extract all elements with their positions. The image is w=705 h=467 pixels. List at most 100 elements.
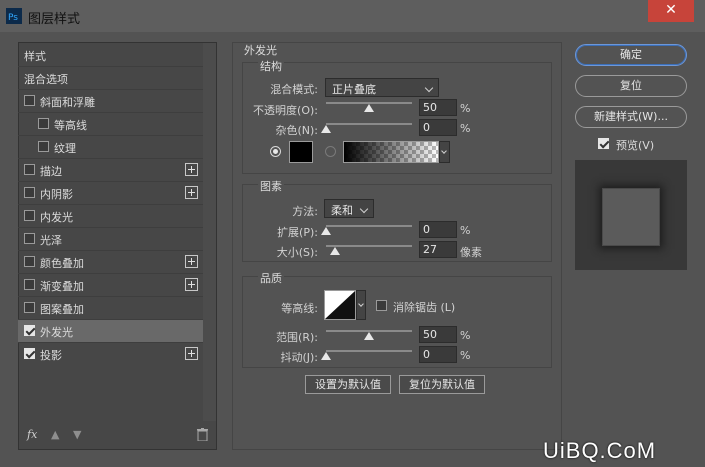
range-slider-thumb[interactable] bbox=[364, 332, 374, 340]
style-list-item[interactable]: 内阴影 bbox=[18, 182, 203, 204]
style-list-item[interactable]: 投影 bbox=[18, 343, 203, 365]
style-checkbox[interactable] bbox=[24, 164, 35, 175]
fx-button[interactable]: fx bbox=[27, 428, 37, 441]
style-list-item[interactable]: 图案叠加 bbox=[18, 297, 203, 319]
style-list-label: 图案叠加 bbox=[40, 303, 84, 316]
close-button[interactable]: ✕ bbox=[648, 0, 694, 22]
range-input[interactable]: 50 bbox=[419, 326, 457, 343]
jitter-slider-thumb[interactable] bbox=[321, 352, 331, 360]
noise-input[interactable]: 0 bbox=[419, 119, 457, 136]
opacity-label: 不透明度(O): bbox=[253, 104, 318, 117]
contour-label: 等高线: bbox=[281, 302, 318, 315]
gradient-swatch[interactable] bbox=[343, 141, 439, 163]
style-list-item[interactable]: 纹理 bbox=[18, 136, 203, 158]
style-list-label: 等高线 bbox=[54, 119, 87, 132]
antialias-checkbox[interactable] bbox=[376, 300, 387, 311]
style-list-item[interactable]: 颜色叠加 bbox=[18, 251, 203, 273]
style-checkbox[interactable] bbox=[24, 233, 35, 244]
move-down-icon[interactable]: ▼ bbox=[73, 428, 81, 441]
size-input[interactable]: 27 bbox=[419, 241, 457, 258]
noise-unit: % bbox=[460, 122, 471, 135]
structure-title: 结构 bbox=[258, 58, 284, 74]
add-effect-icon[interactable] bbox=[185, 186, 198, 199]
photoshop-app-icon: Ps bbox=[6, 8, 22, 24]
style-list-scrollbar[interactable] bbox=[203, 43, 216, 421]
style-list-item[interactable]: 样式 bbox=[18, 44, 203, 66]
chevron-down-icon bbox=[441, 148, 447, 154]
style-list-item[interactable]: 描边 bbox=[18, 159, 203, 181]
noise-slider-thumb[interactable] bbox=[321, 125, 331, 133]
spread-label: 扩展(P): bbox=[277, 226, 318, 239]
add-effect-icon[interactable] bbox=[185, 255, 198, 268]
jitter-unit: % bbox=[460, 349, 471, 362]
add-effect-icon[interactable] bbox=[185, 278, 198, 291]
spread-slider-track[interactable] bbox=[326, 225, 412, 227]
style-checkbox[interactable] bbox=[24, 187, 35, 198]
opacity-unit: % bbox=[460, 102, 471, 115]
glow-color-swatch[interactable] bbox=[289, 141, 313, 163]
solid-color-radio[interactable] bbox=[270, 146, 281, 157]
gradient-dropdown[interactable] bbox=[439, 141, 450, 163]
style-checkbox[interactable] bbox=[38, 118, 49, 129]
noise-label: 杂色(N): bbox=[275, 124, 318, 137]
new-style-button[interactable]: 新建样式(W)... bbox=[575, 106, 687, 128]
style-list-item[interactable]: 混合选项 bbox=[18, 67, 203, 89]
make-default-button[interactable]: 设置为默认值 bbox=[305, 375, 391, 394]
style-list-label: 内发光 bbox=[40, 211, 73, 224]
style-checkbox[interactable] bbox=[24, 325, 35, 336]
trash-icon[interactable] bbox=[197, 428, 208, 441]
contour-picker[interactable] bbox=[324, 290, 356, 320]
chevron-down-icon bbox=[359, 204, 369, 214]
gradient-radio[interactable] bbox=[325, 146, 336, 157]
contour-dropdown[interactable] bbox=[356, 290, 366, 320]
style-list-item[interactable]: 斜面和浮雕 bbox=[18, 90, 203, 112]
style-list-label: 混合选项 bbox=[24, 73, 68, 86]
range-label: 范围(R): bbox=[276, 331, 318, 344]
style-list-item[interactable]: 光泽 bbox=[18, 228, 203, 250]
style-checkbox[interactable] bbox=[38, 141, 49, 152]
size-label: 大小(S): bbox=[276, 246, 318, 259]
opacity-slider-thumb[interactable] bbox=[364, 104, 374, 112]
style-checkbox[interactable] bbox=[24, 279, 35, 290]
style-list-item[interactable]: 外发光 bbox=[18, 320, 203, 342]
range-unit: % bbox=[460, 329, 471, 342]
elements-title: 图素 bbox=[258, 178, 284, 194]
jitter-label: 抖动(J): bbox=[280, 351, 318, 364]
preview-checkbox[interactable] bbox=[598, 138, 609, 149]
style-checkbox[interactable] bbox=[24, 95, 35, 106]
size-slider-thumb[interactable] bbox=[330, 247, 341, 255]
add-effect-icon[interactable] bbox=[185, 347, 198, 360]
style-list-item[interactable]: 内发光 bbox=[18, 205, 203, 227]
jitter-input[interactable]: 0 bbox=[419, 346, 457, 363]
style-list-item[interactable]: 渐变叠加 bbox=[18, 274, 203, 296]
style-list-label: 外发光 bbox=[40, 326, 73, 339]
move-up-icon[interactable]: ▲ bbox=[51, 428, 59, 441]
reset-button[interactable]: 复位 bbox=[575, 75, 687, 97]
chevron-down-icon bbox=[358, 301, 364, 307]
add-effect-icon[interactable] bbox=[185, 163, 198, 176]
style-checkbox[interactable] bbox=[24, 302, 35, 313]
technique-dropdown[interactable]: 柔和 bbox=[324, 199, 374, 218]
style-list-footer: fx ▲ ▼ bbox=[19, 422, 216, 449]
ok-button[interactable]: 确定 bbox=[575, 44, 687, 66]
preview-swatch bbox=[602, 188, 660, 246]
style-checkbox[interactable] bbox=[24, 348, 35, 359]
spread-unit: % bbox=[460, 224, 471, 237]
noise-slider-track[interactable] bbox=[326, 123, 412, 125]
preview-label: 预览(V) bbox=[616, 139, 655, 152]
spread-slider-thumb[interactable] bbox=[321, 227, 331, 235]
style-list-label: 内阴影 bbox=[40, 188, 73, 201]
style-list-label: 颜色叠加 bbox=[40, 257, 84, 270]
jitter-slider-track[interactable] bbox=[326, 350, 412, 352]
style-checkbox[interactable] bbox=[24, 210, 35, 221]
style-checkbox[interactable] bbox=[24, 256, 35, 267]
style-list-label: 样式 bbox=[24, 50, 46, 63]
size-unit: 像素 bbox=[460, 246, 482, 259]
style-list-item[interactable]: 等高线 bbox=[18, 113, 203, 135]
opacity-input[interactable]: 50 bbox=[419, 99, 457, 116]
style-list-label: 渐变叠加 bbox=[40, 280, 84, 293]
spread-input[interactable]: 0 bbox=[419, 221, 457, 238]
blend-mode-dropdown[interactable]: 正片叠底 bbox=[325, 78, 439, 97]
title-bar bbox=[0, 0, 705, 32]
reset-default-button[interactable]: 复位为默认值 bbox=[399, 375, 485, 394]
